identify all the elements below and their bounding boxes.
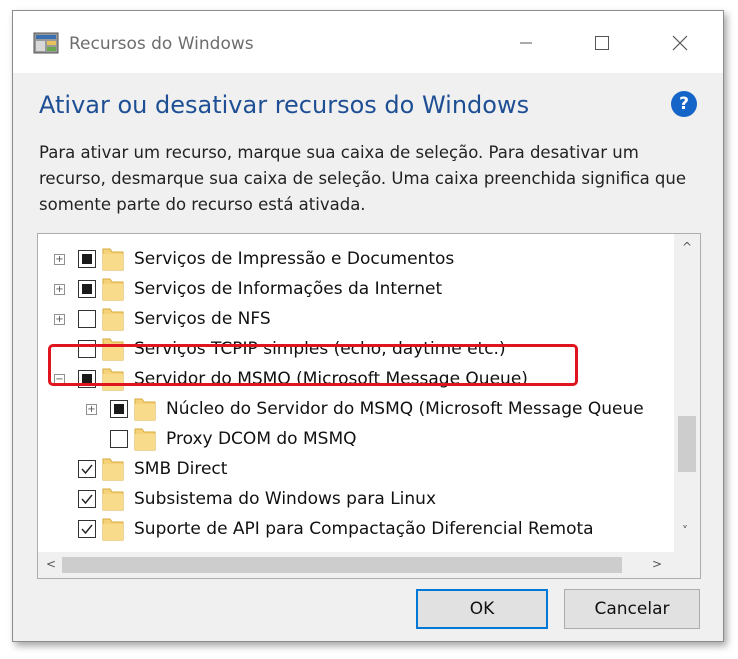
windows-features-dialog: Recursos do Windows Ativar ou desativar … <box>12 10 724 642</box>
feature-checkbox[interactable] <box>78 310 96 328</box>
horizontal-scroll-thumb[interactable] <box>62 557 622 573</box>
folder-icon <box>134 427 156 451</box>
feature-checkbox[interactable] <box>110 430 128 448</box>
scroll-left-icon[interactable]: < <box>46 557 56 571</box>
feature-label: Subsistema do Windows para Linux <box>134 489 437 509</box>
feature-checkbox[interactable] <box>78 520 96 538</box>
features-tree[interactable]: + Serviços de Impressão e Documentos + Serv… <box>37 233 701 579</box>
feature-label: Proxy DCOM do MSMQ <box>166 429 357 449</box>
maximize-icon <box>595 36 609 50</box>
title-bar[interactable]: Recursos do Windows <box>13 11 723 73</box>
highlight-annotation <box>48 344 578 386</box>
help-icon[interactable]: ? <box>671 91 697 117</box>
window-title: Recursos do Windows <box>69 34 254 54</box>
minimize-icon <box>520 42 532 44</box>
folder-icon <box>134 397 156 421</box>
ok-button[interactable]: OK <box>416 589 548 629</box>
folder-icon <box>102 487 124 511</box>
feature-row[interactable]: + Serviços de NFS <box>38 304 678 334</box>
page-heading: Ativar ou desativar recursos do Windows <box>39 91 530 119</box>
feature-label: Serviços de Impressão e Documentos <box>134 249 455 269</box>
folder-icon <box>102 247 124 271</box>
feature-label: Serviços de Informações da Internet <box>134 279 443 299</box>
feature-checkbox[interactable] <box>78 280 96 298</box>
minimize-button[interactable] <box>503 25 549 61</box>
scroll-up-icon[interactable]: ^ <box>682 240 692 254</box>
feature-checkbox[interactable] <box>78 460 96 478</box>
expand-icon[interactable]: + <box>86 404 97 415</box>
scrollbar-corner <box>674 552 700 578</box>
scroll-right-icon[interactable]: > <box>652 557 662 571</box>
windows-features-app-icon <box>33 32 59 54</box>
feature-row[interactable]: + Núcleo do Servidor do MSMQ (Microsoft M… <box>38 394 678 424</box>
feature-row[interactable]: Subsistema do Windows para Linux <box>38 484 678 514</box>
folder-icon <box>102 517 124 541</box>
feature-row[interactable]: SMB Direct <box>38 454 678 484</box>
vertical-scrollbar[interactable]: ^ ˅ <box>674 234 700 552</box>
close-button[interactable] <box>657 25 703 61</box>
vertical-scroll-thumb[interactable] <box>678 416 696 472</box>
feature-row[interactable]: + Serviços de Impressão e Documentos <box>38 244 678 274</box>
feature-row[interactable]: Suporte de API para Compactação Diferenc… <box>38 514 678 544</box>
feature-checkbox[interactable] <box>110 400 128 418</box>
expand-icon[interactable]: + <box>54 314 65 325</box>
feature-label: SMB Direct <box>134 459 228 479</box>
expand-icon[interactable]: + <box>54 284 65 295</box>
feature-row[interactable]: + Serviços de Informações da Internet <box>38 274 678 304</box>
scroll-down-icon[interactable]: ˅ <box>682 524 688 538</box>
feature-label: Serviços de NFS <box>134 309 271 329</box>
expand-icon[interactable]: + <box>54 254 65 265</box>
folder-icon <box>102 307 124 331</box>
horizontal-scrollbar[interactable]: < > <box>38 552 700 578</box>
close-icon <box>672 35 688 51</box>
feature-checkbox[interactable] <box>78 490 96 508</box>
feature-checkbox[interactable] <box>78 250 96 268</box>
description-text: Para ativar um recurso, marque sua caixa… <box>39 143 687 214</box>
feature-label: Suporte de API para Compactação Diferenc… <box>134 519 594 539</box>
folder-icon <box>102 457 124 481</box>
folder-icon <box>102 277 124 301</box>
feature-row[interactable]: Proxy DCOM do MSMQ <box>38 424 678 454</box>
feature-label: Núcleo do Servidor do MSMQ (Microsoft Me… <box>166 399 644 419</box>
maximize-button[interactable] <box>579 25 625 61</box>
cancel-button[interactable]: Cancelar <box>564 589 700 629</box>
